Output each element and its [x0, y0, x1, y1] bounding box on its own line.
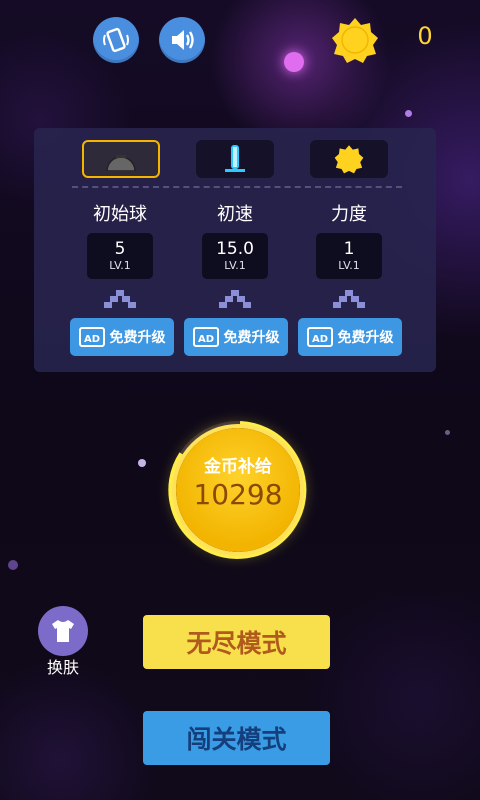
vibrate-button[interactable] — [93, 17, 139, 63]
free-upgrade-button[interactable]: AD 免费升级 — [298, 318, 402, 356]
upgrade-panel: 初始球 5 LV.1 AD 免费升级 初速 15.0 LV.1 AD 免费升级 … — [34, 128, 436, 372]
svg-text:AD: AD — [197, 334, 213, 345]
coin-count: 0 — [417, 22, 433, 50]
coin-supply-title: 金币补给 — [204, 457, 272, 477]
tshirt-icon — [52, 620, 74, 642]
upgrade-label: 免费升级 — [223, 330, 280, 346]
stat-value: 15.0 — [216, 239, 254, 259]
ad-icon: AD — [78, 327, 105, 347]
gear-power-icon — [334, 145, 364, 174]
stat-value: 1 — [343, 239, 355, 259]
divider — [72, 186, 402, 188]
value-box: 5 LV.1 — [87, 233, 153, 279]
ad-icon: AD — [192, 327, 219, 347]
skin-button[interactable] — [38, 606, 88, 656]
bg-particle — [8, 560, 18, 570]
bg-particle — [445, 430, 450, 435]
gear-coin-icon — [332, 18, 378, 63]
vibrate-phone-icon — [103, 27, 129, 53]
ball-icon — [106, 155, 136, 171]
coin-supply-value: 10298 — [193, 478, 283, 511]
up-arrow-icon — [219, 290, 251, 308]
column-title: 初始球 — [93, 204, 147, 225]
speed-bar-icon — [225, 145, 245, 172]
svg-text:AD: AD — [83, 334, 99, 345]
stat-level: LV.1 — [224, 259, 246, 272]
power-tab[interactable] — [310, 140, 388, 178]
skin-label: 换肤 — [46, 658, 79, 677]
endless-mode-button[interactable]: 无尽模式 — [143, 615, 330, 669]
up-arrow-icon — [333, 290, 365, 308]
stat-level: LV.1 — [338, 259, 360, 272]
bg-particle — [284, 52, 304, 72]
value-box: 15.0 LV.1 — [202, 233, 268, 279]
up-arrow-icon — [104, 290, 136, 308]
column-title: 力度 — [331, 204, 367, 225]
sound-button[interactable] — [159, 17, 205, 63]
stat-value: 5 — [114, 239, 126, 259]
ball-type-tab[interactable] — [82, 140, 160, 178]
upgrade-label: 免费升级 — [337, 330, 394, 346]
bg-particle — [405, 110, 412, 117]
free-upgrade-button[interactable]: AD 免费升级 — [184, 318, 288, 356]
upgrade-label: 免费升级 — [109, 330, 166, 346]
column-title: 初速 — [217, 204, 253, 225]
free-upgrade-button[interactable]: AD 免费升级 — [70, 318, 174, 356]
ad-icon: AD — [306, 327, 333, 347]
value-box: 1 LV.1 — [316, 233, 382, 279]
speed-tab[interactable] — [196, 140, 274, 178]
level-mode-button[interactable]: 闯关模式 — [143, 711, 330, 765]
stat-level: LV.1 — [109, 259, 131, 272]
speaker-icon — [172, 30, 194, 50]
bg-particle — [138, 459, 146, 467]
svg-text:AD: AD — [311, 334, 327, 345]
